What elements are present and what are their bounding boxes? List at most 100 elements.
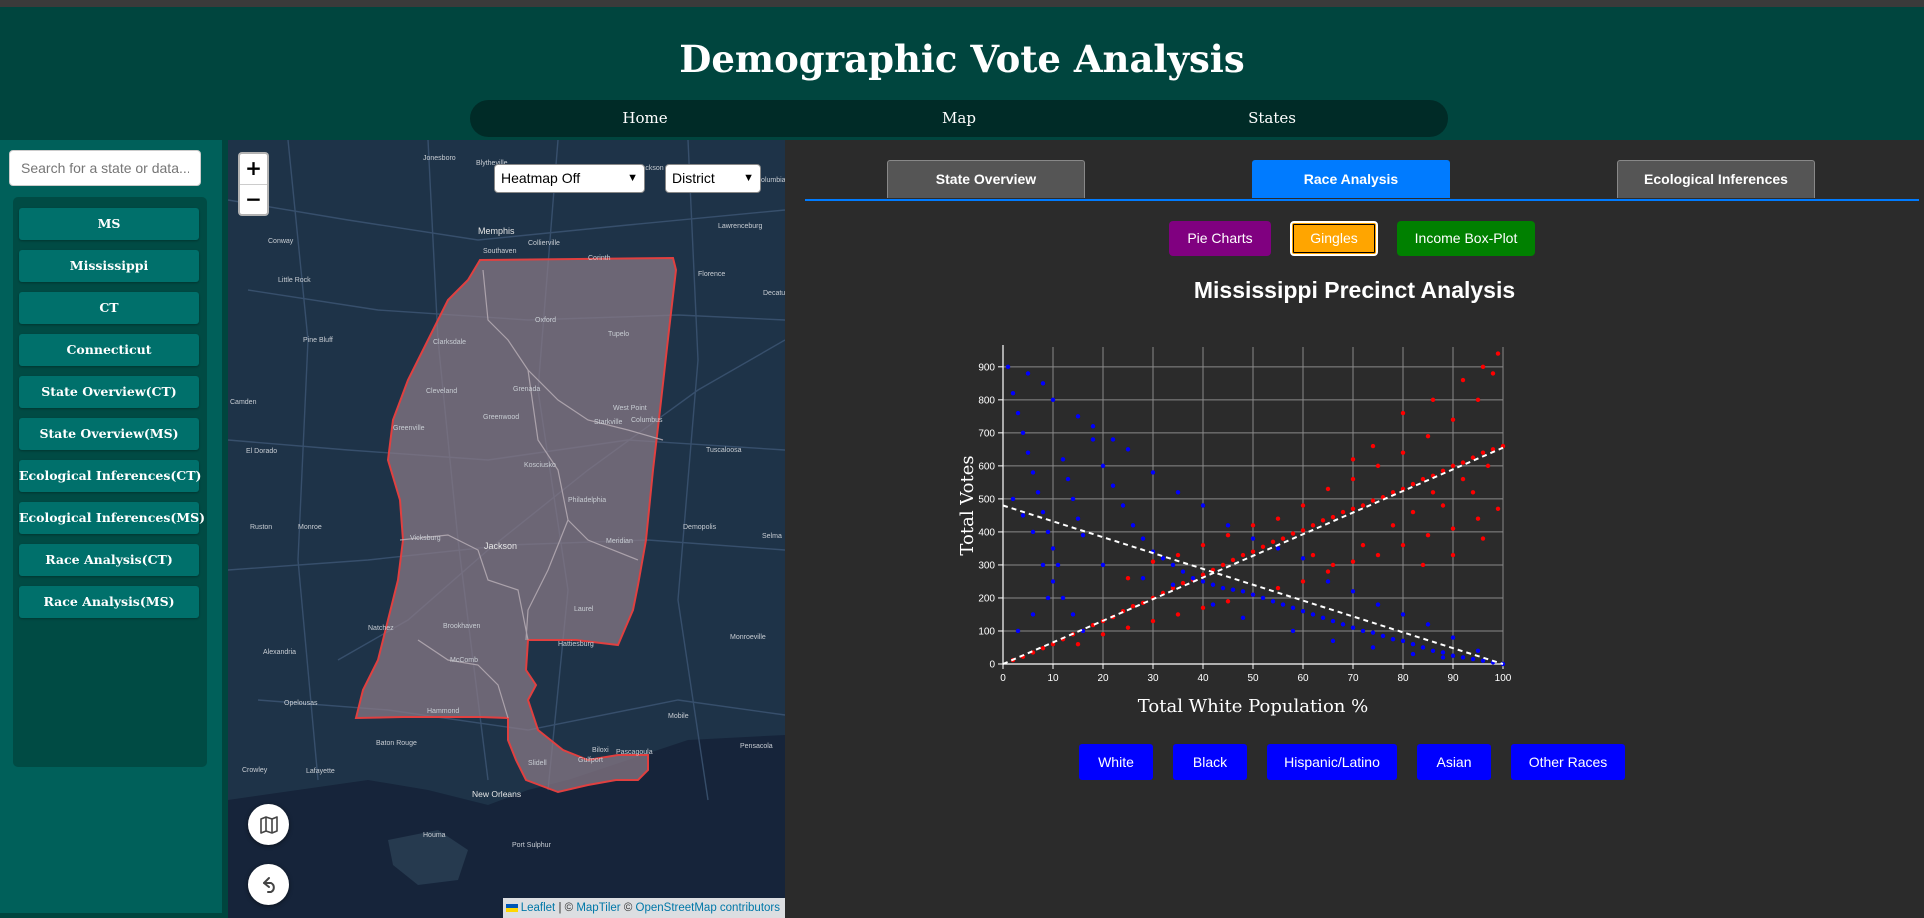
scatter-point-red	[1250, 523, 1256, 528]
race-button-white[interactable]: White	[1079, 744, 1153, 780]
scatter-point-blue	[1030, 529, 1036, 535]
svg-text:Gulfport: Gulfport	[578, 757, 603, 764]
scatter-point-blue	[1100, 562, 1106, 568]
osm-link[interactable]: OpenStreetMap contributors	[636, 902, 780, 914]
race-button-black[interactable]: Black	[1173, 744, 1247, 780]
scatter-point-red	[1240, 552, 1246, 558]
svg-text:Philadelphia: Philadelphia	[568, 497, 606, 504]
map-canvas[interactable]: JonesboroBlytheville DyersburgJackson Me…	[228, 140, 785, 918]
svg-text:Clarksdale: Clarksdale	[433, 339, 466, 346]
nav-states[interactable]: States	[1248, 109, 1296, 127]
scatter-point-red	[1260, 544, 1266, 549]
scatter-point-blue	[1065, 476, 1071, 482]
zoom-control: + −	[238, 152, 269, 216]
maptiler-link[interactable]: MapTiler	[576, 902, 620, 914]
scatter-point-red	[1375, 463, 1381, 469]
level-select[interactable]: District ▼	[665, 164, 761, 193]
scatter-point-red	[1480, 364, 1486, 370]
chevron-down-icon: ▼	[627, 172, 638, 184]
scatter-point-blue	[1140, 575, 1146, 581]
scatter-point-blue	[1200, 503, 1206, 508]
svg-text:Southaven: Southaven	[483, 248, 517, 255]
app-header: Demographic Vote Analysis Home Map State…	[0, 7, 1924, 139]
scatter-point-red	[1125, 625, 1131, 630]
sidebar-item-race-analysis-ms[interactable]: Race Analysis(MS)	[19, 586, 199, 618]
scatter-point-red	[1370, 498, 1376, 503]
scatter-point-red	[1400, 450, 1406, 455]
scatter-point-red	[1430, 397, 1436, 403]
scatter-point-blue	[1250, 592, 1256, 597]
scatter-point-blue	[1220, 585, 1226, 591]
heatmap-select-value: Heatmap Off	[501, 170, 581, 186]
svg-text:Memphis: Memphis	[478, 226, 515, 236]
scatter-point-red	[1280, 536, 1286, 541]
scatter-point-blue	[1070, 612, 1076, 617]
scatter-point-blue	[1025, 371, 1031, 376]
attribution-separator: |	[558, 902, 562, 914]
scatter-point-blue	[1025, 450, 1031, 455]
map-layers-button[interactable]	[248, 804, 289, 845]
x-tick-label: 60	[1297, 673, 1309, 684]
sidebar-item-ms[interactable]: MS	[19, 208, 199, 240]
x-axis-label: Total White Population %	[1138, 696, 1368, 717]
scatter-point-red	[1125, 575, 1131, 581]
zoom-out-button[interactable]: −	[240, 185, 267, 215]
scatter-point-blue	[1370, 630, 1376, 635]
scatter-point-blue	[1015, 410, 1021, 416]
scatter-point-blue	[1280, 602, 1286, 607]
scatter-point-blue	[1370, 645, 1376, 650]
sidebar-item-mississippi[interactable]: Mississippi	[19, 250, 199, 282]
scatter-point-blue	[1340, 622, 1346, 627]
race-button-asian[interactable]: Asian	[1417, 744, 1491, 780]
scatter-point-red	[1300, 528, 1306, 533]
nav-map[interactable]: Map	[942, 109, 976, 127]
scatter-point-blue	[1040, 509, 1046, 515]
map-view[interactable]: JonesboroBlytheville DyersburgJackson Me…	[228, 140, 785, 918]
scatter-point-blue	[1050, 546, 1056, 551]
scatter-point-red	[1130, 604, 1136, 609]
scatter-point-blue	[1440, 650, 1446, 655]
sidebar-item-connecticut[interactable]: Connecticut	[19, 334, 199, 366]
scatter-point-blue	[1010, 496, 1016, 502]
sidebar-item-ecological-inferences-ms[interactable]: Ecological Inferences(MS)	[19, 502, 205, 534]
scatter-point-red	[1495, 351, 1501, 356]
sidebar-item-state-overview-ct[interactable]: State Overview(CT)	[19, 376, 199, 408]
svg-text:Jonesboro: Jonesboro	[423, 155, 456, 162]
x-tick-label: 50	[1247, 673, 1259, 684]
map-reset-button[interactable]	[248, 864, 289, 905]
sidebar-item-ecological-inferences-ct[interactable]: Ecological Inferences(CT)	[19, 460, 201, 492]
scatter-point-blue	[1080, 533, 1086, 538]
scatter-point-blue	[1290, 628, 1296, 634]
gingles-scatter-chart: 0 10 20 30 40 50 60 70 80 90 100 0 100 200 300 400 500 60…	[957, 345, 1512, 717]
race-button-hispanic-latino[interactable]: Hispanic/Latino	[1267, 744, 1397, 780]
scatter-point-blue	[1475, 648, 1481, 653]
scatter-point-blue	[1240, 615, 1246, 620]
race-button-other-races[interactable]: Other Races	[1511, 744, 1625, 780]
level-select-value: District	[672, 170, 715, 186]
sidebar-item-state-overview-ms[interactable]: State Overview(MS)	[19, 418, 199, 450]
scatter-point-red	[1450, 552, 1456, 558]
search-input[interactable]	[9, 150, 201, 186]
scatter-point-blue	[1410, 641, 1416, 647]
zoom-in-button[interactable]: +	[240, 154, 267, 185]
svg-text:Lafayette: Lafayette	[306, 768, 335, 775]
scatter-point-red	[1200, 542, 1206, 548]
heatmap-select[interactable]: Heatmap Off ▼	[494, 164, 645, 193]
scatter-point-blue	[1075, 414, 1081, 419]
leaflet-link[interactable]: Leaflet	[521, 902, 556, 914]
svg-text:Tuscaloosa: Tuscaloosa	[706, 447, 742, 454]
scatter-point-blue	[1110, 483, 1116, 488]
nav-home[interactable]: Home	[622, 109, 667, 127]
scatter-point-red	[1340, 509, 1346, 515]
sidebar-item-race-analysis-ct[interactable]: Race Analysis(CT)	[19, 544, 199, 576]
sidebar-item-ct[interactable]: CT	[19, 292, 199, 324]
svg-text:Little Rock: Little Rock	[278, 277, 311, 284]
svg-text:Greenwood: Greenwood	[483, 414, 519, 421]
y-tick-label: 700	[978, 428, 995, 439]
svg-text:Opelousas: Opelousas	[284, 700, 318, 707]
scatter-point-red	[1300, 503, 1306, 508]
svg-text:Corinth: Corinth	[588, 255, 611, 262]
scatter-point-blue	[1020, 513, 1026, 518]
svg-text:Decatur: Decatur	[763, 290, 785, 297]
scatter-point-blue	[1210, 582, 1216, 587]
